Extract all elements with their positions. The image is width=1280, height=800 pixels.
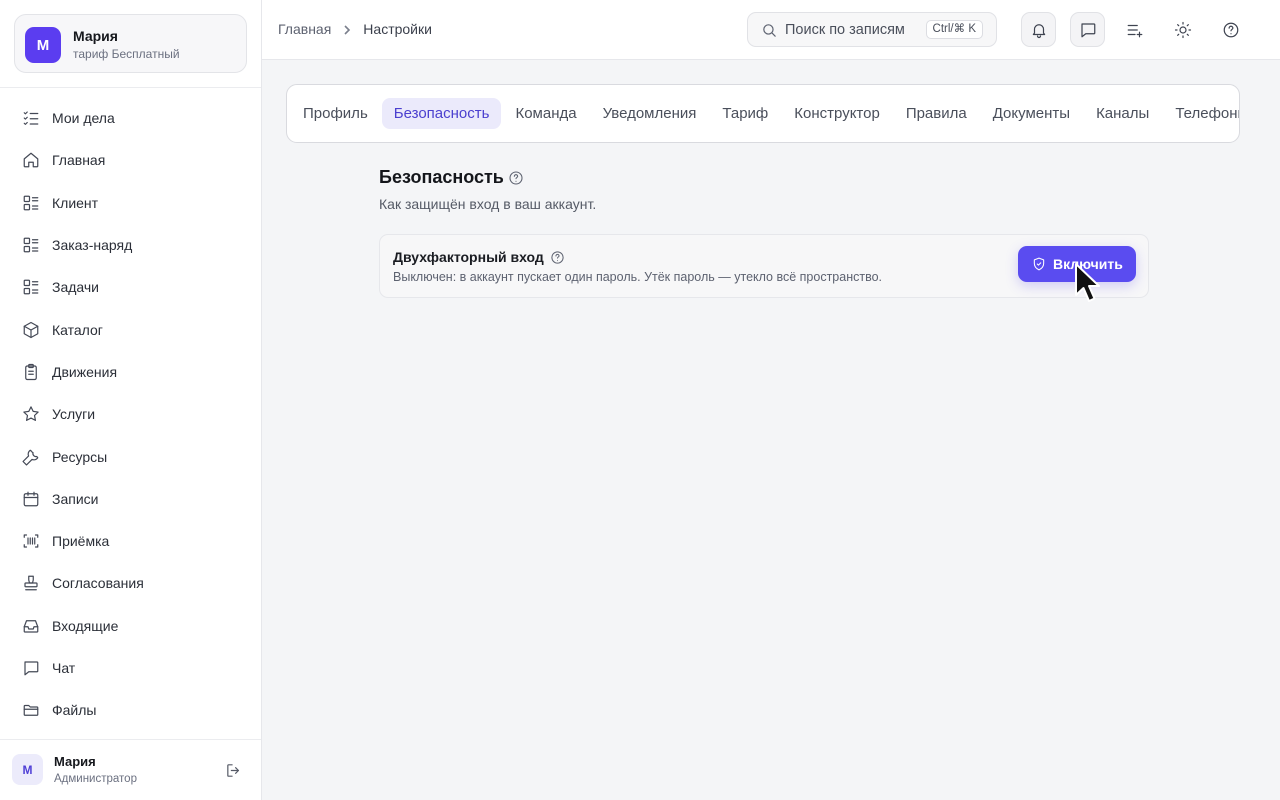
search-placeholder: Поиск по записям [785,22,905,38]
breadcrumb: Главная Настройки [278,21,432,37]
calendar-icon [23,491,39,507]
barcode-scan-icon [23,534,39,548]
list-layout-icon [23,195,39,211]
tab-security[interactable]: Безопасность [381,98,502,129]
breadcrumb-home-link[interactable]: Главная [278,21,331,37]
messages-button[interactable] [1070,12,1105,47]
page-title: Безопасность [379,167,504,187]
list-layout-icon [23,279,39,295]
sidebar-item-label: Ресурсы [52,448,108,465]
sidebar-item-resources[interactable]: Ресурсы [0,435,261,477]
section-description: Как защищён вход в ваш аккаунт. [379,196,597,212]
sidebar-divider [0,87,261,88]
logout-button[interactable] [222,760,244,780]
sidebar-item-chat[interactable]: Чат [0,647,261,689]
sidebar-item-label: Задачи [52,279,100,296]
chevron-right-icon [341,23,353,35]
clipboard-icon [25,363,37,381]
sidebar-item-label: Заказ-наряд [52,237,133,254]
add-to-list-button[interactable] [1117,12,1152,47]
tab-plan[interactable]: Тариф [710,98,780,129]
sidebar-item-label: Мои дела [52,110,115,127]
search-shortcut-badge: Ctrl/⌘ K [925,20,983,39]
box-icon [23,321,39,338]
setting-title: Двухфакторный вход [393,249,544,265]
sidebar-item-files[interactable]: Файлы [0,689,261,731]
tab-channels[interactable]: Каналы [1084,98,1161,129]
sidebar-item-label: Согласования [52,575,144,592]
sidebar-item-label: Записи [52,490,99,507]
sidebar-item-movements[interactable]: Движения [0,351,261,393]
search-icon [761,22,778,39]
settings-tabs: Профиль Безопасность Команда Уведомления… [286,84,1240,143]
sidebar-item-approvals[interactable]: Согласования [0,562,261,604]
sidebar-item-receiving[interactable]: Приёмка [0,520,261,562]
breadcrumb-current: Настройки [363,21,432,37]
top-header: Главная Настройки Поиск по записям Ctrl/… [262,0,1280,60]
account-plan: тариф Бесплатный [73,47,180,61]
sidebar-nav: Мои дела Главная Клиент Заказ-наряд Зада… [0,97,261,731]
account-name: Мария [73,28,118,44]
sidebar-item-label: Файлы [52,702,97,719]
sidebar-item-label: Главная [52,152,106,169]
user-role: Администратор [54,773,137,785]
tab-profile[interactable]: Профиль [291,98,380,129]
sidebar-item-label: Услуги [52,406,96,423]
sidebar-item-label: Каталог [52,321,103,338]
list-layout-icon [23,237,39,253]
help-circle-icon[interactable] [550,250,565,265]
tab-team[interactable]: Команда [503,98,588,129]
setting-description: Выключен: в аккаунт пускает один пароль.… [393,270,883,284]
sidebar-item-my-tasks[interactable]: Мои дела [0,97,261,139]
wrench-icon [22,449,39,466]
inbox-icon [23,619,39,633]
search-input[interactable]: Поиск по записям Ctrl/⌘ K [747,12,997,47]
shield-check-icon [1033,257,1045,271]
theme-toggle-button[interactable] [1165,12,1200,47]
list-check-icon [23,111,39,126]
sidebar-divider [0,739,261,740]
sidebar-item-tasks[interactable]: Задачи [0,266,261,308]
home-icon [23,153,39,168]
stamp-icon [24,576,38,591]
bell-icon [1032,23,1045,38]
sidebar-item-work-order[interactable]: Заказ-наряд [0,224,261,266]
tab-rules[interactable]: Правила [894,98,979,129]
help-button[interactable] [1213,12,1248,47]
tab-telephony[interactable]: Телефония [1163,98,1239,129]
sidebar-item-client[interactable]: Клиент [0,182,261,224]
sun-icon [1174,21,1191,38]
user-name: Мария [54,754,96,769]
help-circle-icon [1223,22,1238,37]
two-factor-setting: Двухфакторный вход Выключен: в аккаунт п… [379,234,1149,298]
sidebar-item-label: Клиент [52,194,99,211]
sidebar-item-label: Чат [52,660,76,676]
account-avatar: М [25,27,61,63]
sidebar-item-appointments[interactable]: Записи [0,478,261,520]
sidebar-item-services[interactable]: Услуги [0,393,261,435]
chat-icon [24,661,39,676]
account-switcher[interactable]: М Мария тариф Бесплатный [14,14,247,73]
sidebar-item-catalog[interactable]: Каталог [0,308,261,350]
star-icon [23,406,39,422]
sidebar-item-label: Приёмка [52,533,110,550]
sidebar: М Мария тариф Бесплатный Мои дела Главна… [0,0,262,800]
sidebar-item-home[interactable]: Главная [0,139,261,181]
sidebar-item-inbox[interactable]: Входящие [0,605,261,647]
tab-notifications[interactable]: Уведомления [591,98,709,129]
tab-builder[interactable]: Конструктор [782,98,892,129]
help-circle-icon[interactable] [508,170,524,186]
chat-icon [1080,22,1095,37]
mouse-cursor-icon [1075,263,1100,302]
notifications-button[interactable] [1021,12,1056,47]
logout-icon [226,763,239,777]
folder-icon [23,705,39,717]
sidebar-item-label: Движения [52,363,118,380]
list-plus-icon [1127,24,1142,37]
sidebar-item-label: Входящие [52,617,119,634]
tab-documents[interactable]: Документы [981,98,1082,129]
avatar: М [12,754,43,785]
